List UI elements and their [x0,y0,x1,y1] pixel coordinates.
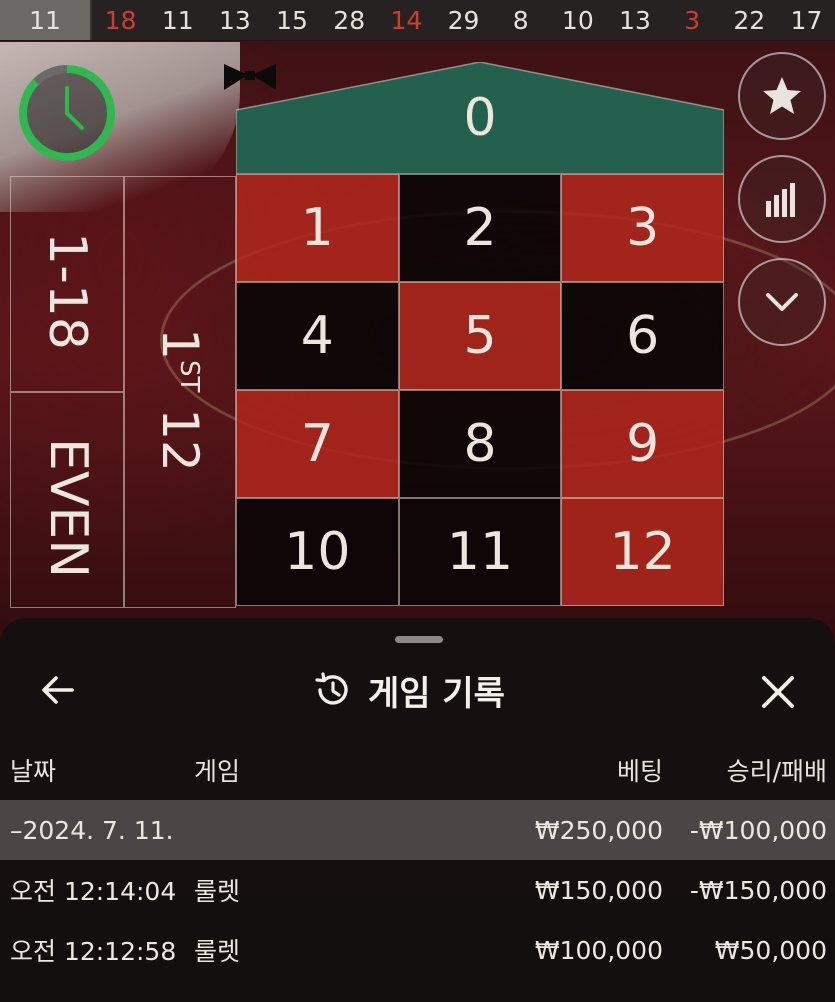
history-table: 날짜 게임 베팅 승리/패배 –2024. 7. 11. ₩250,000 -₩… [0,740,835,980]
clock-icon [19,65,115,161]
row-bet: ₩100,000 [534,935,663,965]
row-time: 오전 12:12:58 [10,937,177,966]
recent-result: 22 [733,5,766,35]
table-row[interactable]: 오전 12:14:04 룰렛 ₩150,000 -₩150,000 [0,860,835,920]
recent-result-latest: 11 [0,0,92,40]
bet-number-2[interactable]: 2 [398,174,562,282]
recent-result: 8 [512,5,529,35]
bet-number-3[interactable]: 3 [561,174,724,282]
favorites-button[interactable] [738,52,826,140]
recent-result: 13 [619,5,651,35]
bet-number-9[interactable]: 9 [561,390,724,498]
history-icon [315,672,348,705]
date-group-result: -₩100,000 [689,815,827,845]
bet-number-12[interactable]: 12 [561,498,724,606]
column-header-date: 날짜 [10,757,57,786]
recent-results-strip: 11 18 11 13 15 28 14 29 8 10 13 3 22 17 [0,0,835,41]
row-result: ₩50,000 [714,935,827,965]
bet-low-1-18[interactable]: 1-18 [10,176,124,392]
collapse-button[interactable] [738,258,826,346]
date-group-row[interactable]: –2024. 7. 11. ₩250,000 -₩100,000 [0,800,835,860]
bet-number-10[interactable]: 10 [236,498,399,606]
table-row[interactable]: 오전 12:12:58 룰렛 ₩100,000 ₩50,000 [0,920,835,980]
bet-even-label: EVEN [38,438,98,579]
recent-result: 28 [333,5,366,35]
star-icon [763,77,801,114]
game-history-panel: 게임 기록 날짜 게임 베팅 승리/패배 –2024. 7. 11. ₩250,… [0,618,835,1002]
row-game: 룰렛 [194,937,241,966]
recent-result: 29 [447,5,480,35]
row-time: 오전 12:14:04 [10,877,177,906]
arrow-left-icon [42,676,74,704]
bet-number-4[interactable]: 4 [236,282,399,390]
recent-result: 14 [390,5,423,35]
panel-title: 게임 기록 [312,662,505,718]
bet-first-dozen-label: 1ST 12 [128,320,232,480]
dozen-suffix: ST [174,359,205,393]
bet-number-6[interactable]: 6 [561,282,724,390]
bet-number-11[interactable]: 11 [398,498,562,606]
recent-result: 15 [276,5,308,35]
bet-zero[interactable]: 0 [236,62,724,174]
bet-even[interactable]: EVEN [10,392,124,608]
column-header-bet: 베팅 [616,757,663,786]
statistics-button[interactable] [738,155,826,243]
recent-result: 3 [684,5,701,35]
panel-drag-handle[interactable] [395,636,443,643]
column-header-game: 게임 [194,757,241,786]
close-button[interactable] [754,668,802,716]
bet-number-7[interactable]: 7 [236,390,399,498]
dozen-number: 1 [151,328,210,360]
recent-result: 13 [218,5,251,35]
row-bet: ₩150,000 [534,875,663,905]
number-grid: 1 2 3 4 5 6 7 8 9 10 11 12 [236,174,724,614]
bet-number-1[interactable]: 1 [236,174,399,282]
row-result: -₩150,000 [689,875,827,905]
recent-result: 11 [161,5,194,35]
date-group-bet: ₩250,000 [534,815,663,845]
panel-title-text: 게임 기록 [368,673,505,714]
date-group-date: –2024. 7. 11. [10,815,174,845]
close-icon [762,676,794,708]
dozen-value: 12 [151,408,210,472]
recent-result: 10 [561,5,594,35]
bet-low-label: 1-18 [37,231,97,350]
recent-result: 18 [104,5,137,35]
betting-timer [16,62,118,164]
chevron-down-icon [766,293,798,311]
row-game: 룰렛 [194,877,241,906]
statistics-icon [766,183,795,217]
history-table-header: 날짜 게임 베팅 승리/패배 [0,740,835,800]
bet-number-8[interactable]: 8 [398,390,562,498]
column-header-result: 승리/패배 [726,757,827,786]
bet-zero-label: 0 [463,88,497,148]
recent-result: 17 [790,5,823,35]
panel-header: 게임 기록 [0,658,835,718]
bet-number-5[interactable]: 5 [398,282,562,390]
back-button[interactable] [36,668,80,712]
